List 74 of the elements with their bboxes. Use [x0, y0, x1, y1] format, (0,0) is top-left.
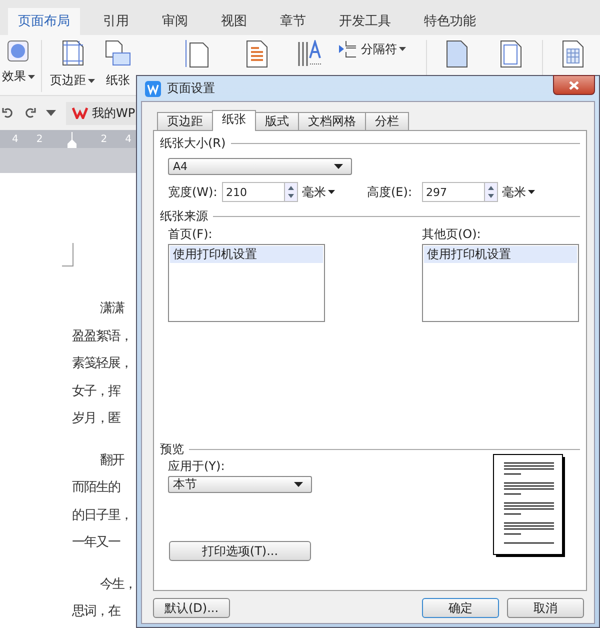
width-label: 宽度(W): [168, 184, 218, 200]
dialog-tab[interactable]: 版式 [255, 112, 299, 130]
table-page-icon [562, 40, 584, 68]
paper-size-icon [104, 40, 131, 66]
document-text: 一年又一 [72, 534, 120, 552]
close-icon [569, 80, 579, 90]
page-margins-icon [62, 40, 84, 66]
ruler-number: 2 [100, 134, 108, 144]
dropdown-arrow-icon [334, 164, 343, 169]
page-icon [446, 40, 468, 68]
unit-dropdown[interactable]: 毫米 [302, 184, 335, 200]
undo-icon[interactable] [2, 107, 14, 119]
document-text: 今生， [99, 576, 136, 594]
group-heading: 纸张来源 [160, 208, 208, 225]
print-options-button[interactable]: 打印选项(T)... [169, 541, 311, 561]
menu-tab[interactable]: 视图 [211, 8, 257, 35]
caret-icon [528, 190, 535, 194]
document-text: 女子，挥 [72, 382, 120, 400]
list-label: 其他页(O): [422, 226, 482, 243]
paper-button[interactable]: 纸张 [106, 72, 130, 89]
dialog-tab[interactable]: 文档网格 [298, 112, 366, 130]
app-logo-icon [145, 80, 161, 96]
document-text: 素笺轻展， [72, 355, 132, 373]
close-button[interactable] [553, 75, 595, 95]
document-text: 而陌生的 [72, 479, 120, 497]
apply-to-select[interactable]: 本节 [168, 476, 312, 493]
menu-tab[interactable]: 章节 [270, 8, 316, 35]
document-text: 翻开 [99, 452, 124, 470]
height-spinner[interactable] [484, 182, 498, 202]
group-heading: 预览 [160, 441, 184, 458]
menu-tab[interactable]: 引用 [93, 8, 139, 35]
cancel-button[interactable]: 取消 [507, 598, 584, 618]
menu-tab[interactable]: 开发工具 [329, 8, 401, 35]
text-lines-icon [246, 40, 268, 68]
wps-logo-icon [72, 107, 88, 119]
caret-icon[interactable] [46, 110, 56, 116]
page-orientation-icon [184, 40, 209, 68]
document-text: 潇潇 [99, 300, 124, 318]
apply-to-label: 应用于(Y): [168, 458, 225, 475]
dialog-title: 页面设置 [167, 80, 215, 97]
breaks-button[interactable]: 分隔符 [360, 40, 406, 58]
dialog-tab[interactable]: 分栏 [365, 112, 409, 130]
dialog-tab[interactable]: 页边距 [157, 112, 213, 130]
ok-button[interactable]: 确定 [422, 598, 499, 618]
dialog-tab[interactable]: 纸张 [212, 110, 256, 131]
list-item[interactable]: 使用打印机设置 [170, 246, 323, 263]
menu-tab[interactable]: 特色功能 [414, 8, 486, 35]
menu-tab[interactable]: 审阅 [152, 8, 198, 35]
document-text: 的日子里， [72, 506, 132, 524]
margins-button[interactable]: 页边距 [50, 72, 96, 89]
list-label: 首页(F): [168, 226, 214, 243]
unit-dropdown[interactable]: 毫米 [502, 184, 535, 200]
margin-corner-mark [62, 243, 74, 267]
document-text: 盈盈絮语， [72, 328, 132, 346]
ruler-number: 4 [125, 134, 132, 144]
ruler-number: 2 [36, 134, 43, 144]
width-spinner[interactable] [284, 182, 298, 202]
caret-icon [328, 190, 335, 194]
list-item[interactable]: 使用打印机设置 [424, 246, 577, 263]
effects-button[interactable]: 效果 [2, 68, 35, 85]
group-heading: 纸张大小(R) [160, 135, 226, 152]
document-text: 岁月，匿 [72, 410, 120, 428]
document-text: 思词，在 [72, 603, 120, 621]
menu-tab[interactable]: 页面布局 [8, 8, 80, 35]
page-break-icon [338, 40, 358, 58]
ruler-number: 4 [12, 134, 18, 144]
paper-size-select[interactable]: A4 [168, 158, 352, 175]
default-button[interactable]: 默认(D)... [153, 598, 230, 618]
redo-icon[interactable] [24, 107, 36, 119]
page-border-icon [500, 40, 522, 68]
tab-label: 我的WP [92, 104, 136, 122]
height-label: 高度(E): [367, 184, 413, 200]
dropdown-arrow-icon [294, 482, 303, 487]
text-columns-icon [297, 40, 324, 68]
